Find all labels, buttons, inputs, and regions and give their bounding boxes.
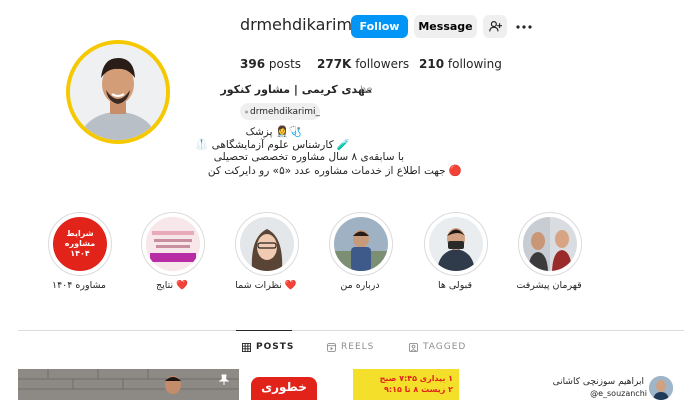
post-4-handle: @e_souzanchi (590, 389, 647, 398)
profile-username: drmehdikarimi_ (240, 15, 365, 34)
highlight-acceptances[interactable] (424, 212, 488, 276)
post-3-line-1: ۱ بیداری ۷:۴۵ صبح (379, 374, 453, 383)
tab-posts[interactable]: POSTS (242, 342, 294, 352)
highlight-cover-acceptances (429, 217, 483, 271)
tab-reels-label: REELS (341, 342, 375, 352)
bio-line-2: 🧪 کارشناس علوم آزمایشگاهی 🥼 (195, 139, 350, 151)
grid-icon (242, 342, 251, 352)
following-count: 210 (419, 57, 445, 71)
highlight-cover-results (146, 217, 200, 271)
profile-pronoun: he (360, 85, 373, 96)
post-4[interactable]: ابراهیم سوزنچی کاشانی @e_souzanchi (464, 369, 684, 400)
highlight-label: درباره من (340, 280, 380, 291)
highlight-about-me[interactable] (329, 212, 393, 276)
post-1-image (18, 369, 239, 400)
active-tab-indicator (236, 330, 292, 331)
highlight-progress-champion[interactable] (518, 212, 582, 276)
threads-link[interactable]: drmehdikarimi_ (240, 103, 320, 120)
bio-line-1: 🩺👩‍⚕️ پزشک (245, 126, 302, 138)
more-options-icon (516, 24, 532, 29)
champion-cover-image (523, 217, 577, 271)
tab-tagged-label: TAGGED (423, 342, 467, 352)
posts-count: 396 (240, 57, 266, 71)
profile-full-name: مهدی کریمی | مشاور کنکور (220, 83, 372, 96)
threads-handle: drmehdikarimi_ (249, 106, 320, 117)
followers-stat[interactable]: 277K followers (317, 57, 409, 71)
highlight-label: مشاوره ۱۴۰۴ (51, 280, 107, 291)
tab-reels[interactable]: REELS (327, 342, 374, 352)
following-label: following (447, 57, 502, 71)
add-user-icon (488, 21, 502, 32)
reels-icon (327, 342, 336, 352)
highlight-cover-text-3: ۱۴۰۴ (70, 249, 90, 258)
acceptances-cover-image (429, 217, 483, 271)
bio-line-4: 🔴 جهت اطلاع از خدمات مشاوره عدد «۵» رو د… (207, 165, 462, 177)
highlight-cover-consulting: شرایط مشاوره ۱۴۰۴ (53, 217, 107, 271)
highlight-your-opinions[interactable] (235, 212, 299, 276)
message-button[interactable]: Message (414, 15, 477, 38)
highlight-cover-opinions (240, 217, 294, 271)
bio-line-3: با سابقه‌ی ۸ سال مشاوره تخصصی تحصیلی (213, 151, 404, 163)
follow-button[interactable]: Follow (351, 15, 408, 38)
highlight-label: قبولی ها (437, 280, 473, 291)
post-4-avatar-image (649, 376, 673, 400)
post-4-name: ابراهیم سوزنچی کاشانی (552, 377, 644, 387)
highlight-cover-text-2: مشاوره (64, 239, 96, 248)
highlight-results[interactable] (141, 212, 205, 276)
posts-label: posts (268, 57, 302, 71)
content-divider (18, 330, 684, 331)
tagged-icon (409, 342, 418, 352)
post-4-avatar (649, 376, 673, 400)
suggested-users-button[interactable] (483, 15, 507, 38)
post-2-text: خطوری (261, 380, 307, 394)
avatar-image (70, 44, 166, 140)
post-1[interactable] (18, 369, 239, 400)
more-options-button[interactable] (513, 15, 535, 38)
opinions-cover-image (240, 217, 294, 271)
post-2-banner: خطوری (251, 377, 317, 400)
pin-icon (218, 374, 230, 385)
highlight-cover-about (334, 217, 388, 271)
post-3[interactable]: ۱ بیداری ۷:۴۵ صبح ۲ زیست ۸ تا ۹:۱۵ (353, 369, 459, 400)
results-cover-image (146, 217, 200, 271)
highlight-cover-champion (523, 217, 577, 271)
tab-tagged[interactable]: TAGGED (409, 342, 466, 352)
highlight-label: ❤️ نتایج (155, 280, 189, 291)
following-stat[interactable]: 210 following (419, 57, 502, 71)
highlight-label: ❤️ نظرات شما (235, 280, 297, 291)
threads-icon (245, 110, 248, 113)
highlight-consulting-1404[interactable]: شرایط مشاوره ۱۴۰۴ (48, 212, 112, 276)
followers-label: followers (355, 57, 410, 71)
profile-avatar[interactable] (70, 44, 166, 140)
post-3-line-2: ۲ زیست ۸ تا ۹:۱۵ (383, 385, 453, 394)
highlight-label: قهرمان پیشرفت (516, 280, 582, 291)
highlight-cover-text-1: شرایط (66, 229, 94, 238)
about-cover-image (334, 217, 388, 271)
post-2[interactable]: خطوری (244, 369, 348, 400)
tab-posts-label: POSTS (256, 342, 295, 352)
followers-count: 277K (317, 57, 352, 71)
posts-stat: 396 posts (240, 57, 301, 71)
